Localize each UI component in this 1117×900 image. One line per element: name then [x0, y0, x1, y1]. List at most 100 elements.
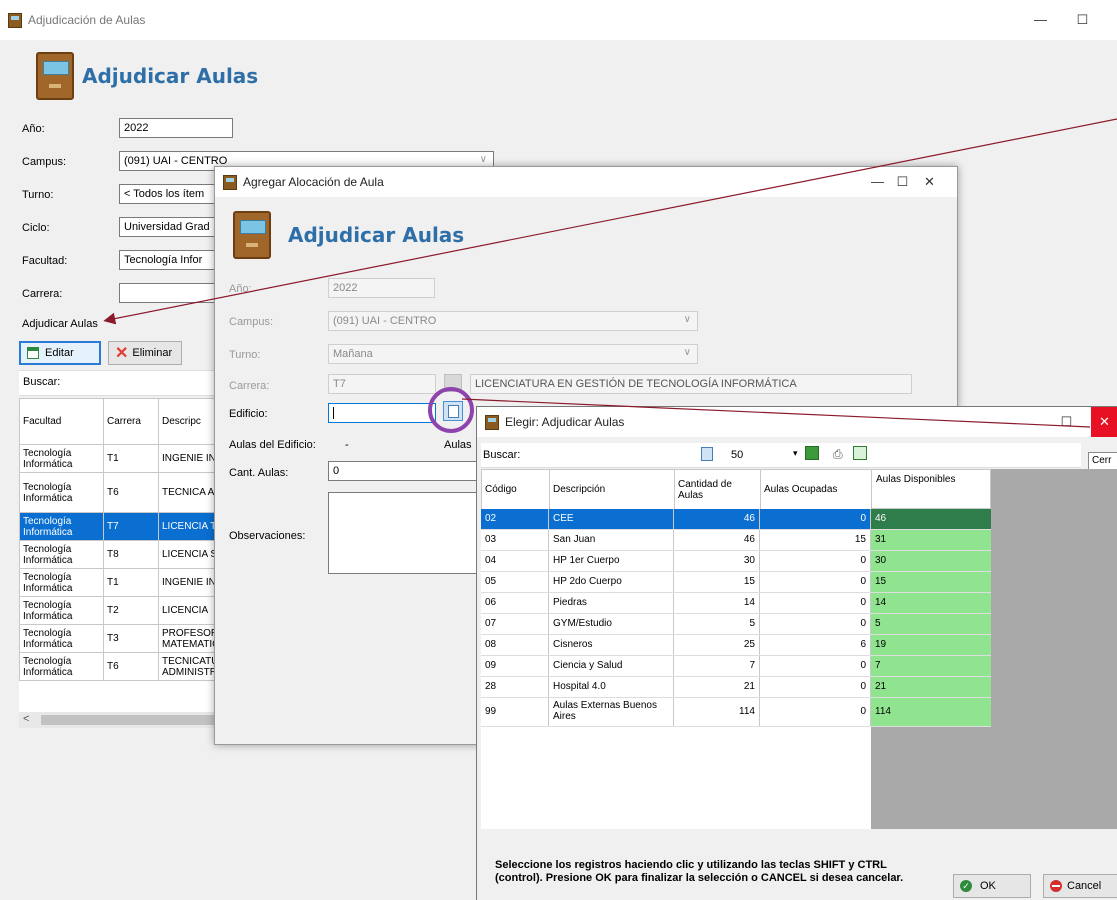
cell-disp: 46: [871, 509, 991, 529]
page-title: Adjudicar Aulas: [82, 64, 259, 88]
close-icon[interactable]: ✕: [907, 167, 952, 197]
editar-label: Editar: [45, 347, 74, 359]
picker-row[interactable]: 07 GYM/Estudio 5 0 5: [481, 613, 991, 634]
check-icon: ✓: [960, 880, 972, 892]
col-disponibles-header[interactable]: Aulas Disponibles: [871, 469, 991, 509]
cell-codigo: 03: [481, 530, 549, 550]
eliminar-button[interactable]: ✕ Eliminar: [108, 341, 182, 365]
picker-row[interactable]: 03 San Juan 46 15 31: [481, 529, 991, 550]
cell-cant: 15: [674, 572, 760, 592]
cell-disp: 19: [871, 635, 991, 655]
cancel-button[interactable]: Cancel: [1043, 874, 1117, 898]
dialog-turno-label: Turno:: [229, 349, 261, 361]
cell-codigo: 09: [481, 656, 549, 676]
cell-facultad: Tecnología Informática: [19, 652, 104, 681]
cell-codigo: 28: [481, 677, 549, 697]
cell-carrera: T1: [103, 568, 159, 597]
text-cursor: [333, 407, 334, 420]
aulas-partial-label: Aulas: [444, 439, 472, 451]
picker-row[interactable]: 05 HP 2do Cuerpo 15 0 15: [481, 571, 991, 592]
picker-row[interactable]: 04 HP 1er Cuerpo 30 0 30: [481, 550, 991, 571]
ciclo-label: Ciclo:: [22, 222, 50, 234]
picker-row[interactable]: 08 Cisneros 25 6 19: [481, 634, 991, 655]
picker-row[interactable]: 28 Hospital 4.0 21 0 21: [481, 676, 991, 697]
observaciones-textarea[interactable]: [328, 492, 478, 574]
picker-window: Elegir: Adjudicar Aulas ☐ ✕ Cerr Buscar:…: [476, 406, 1117, 900]
cell-cant: 30: [674, 551, 760, 571]
ok-button[interactable]: ✓ OK: [953, 874, 1031, 898]
maximize-icon[interactable]: ☐: [1044, 407, 1089, 437]
dialog-turno-value: Mañana: [333, 348, 373, 360]
page-size[interactable]: 50: [731, 449, 743, 461]
col-facultad[interactable]: Facultad: [19, 398, 104, 445]
cell-cant: 5: [674, 614, 760, 634]
dialog-carrera-label: Carrera:: [229, 380, 270, 392]
dialog-anio-field: 2022: [328, 278, 435, 298]
cell-desc: CEE: [549, 509, 674, 529]
picker-footer: Seleccione los registros haciendo clic y…: [477, 831, 1117, 900]
door-icon: [36, 52, 74, 100]
scroll-left-icon[interactable]: <: [23, 713, 29, 725]
carrera-field[interactable]: [119, 283, 215, 303]
cant-aulas-input[interactable]: 0: [328, 461, 478, 481]
picker-row[interactable]: 06 Piedras 14 0 14: [481, 592, 991, 613]
cell-cant: 46: [674, 509, 760, 529]
observaciones-label: Observaciones:: [229, 530, 306, 542]
cell-disp: 7: [871, 656, 991, 676]
ok-label: OK: [980, 880, 996, 892]
editar-button[interactable]: Editar: [19, 341, 101, 365]
main-titlebar: Adjudicación de Aulas — ☐: [0, 0, 1117, 40]
cell-ocup: 0: [760, 551, 871, 571]
picker-row[interactable]: 09 Ciencia y Salud 7 0 7: [481, 655, 991, 676]
cell-disp: 14: [871, 593, 991, 613]
ciclo-select[interactable]: Universidad Grad: [119, 217, 215, 237]
section-label: Adjudicar Aulas: [22, 318, 98, 330]
col-descripcion[interactable]: Descripción: [549, 469, 675, 510]
picker-titlebar: Elegir: Adjudicar Aulas ☐ ✕: [477, 407, 1117, 437]
cell-codigo: 07: [481, 614, 549, 634]
picker-row[interactable]: 99 Aulas Externas Buenos Aires 114 0 114: [481, 697, 991, 727]
cell-codigo: 04: [481, 551, 549, 571]
excel-icon[interactable]: [853, 446, 867, 460]
print-icon[interactable]: ⎙: [833, 447, 843, 462]
cell-desc: Cisneros: [549, 635, 674, 655]
dialog-titlebar: Agregar Alocación de Aula — ☐ ✕: [215, 167, 957, 197]
anio-field[interactable]: 2022: [119, 118, 233, 138]
maximize-icon[interactable]: ☐: [1060, 0, 1105, 40]
edificio-input[interactable]: [328, 403, 436, 423]
cell-codigo: 99: [481, 698, 549, 726]
col-codigo[interactable]: Código: [481, 469, 550, 510]
carrera-label: Carrera:: [22, 288, 63, 300]
cell-ocup: 0: [760, 698, 871, 726]
turno-select[interactable]: < Todos los ítem: [119, 184, 215, 204]
minimize-icon[interactable]: —: [1018, 0, 1063, 40]
col-carrera[interactable]: Carrera: [103, 398, 159, 445]
edificio-label: Edificio:: [229, 408, 268, 420]
anio-label: Año:: [22, 123, 45, 135]
turno-label: Turno:: [22, 189, 54, 201]
refresh-icon[interactable]: [805, 446, 819, 460]
cell-codigo: 02: [481, 509, 549, 529]
facultad-select[interactable]: Tecnología Infor: [119, 250, 215, 270]
cell-carrera: T8: [103, 540, 159, 569]
cell-carrera: T7: [103, 512, 159, 541]
instructions-text: Seleccione los registros haciendo clic y…: [495, 859, 904, 884]
cancel-icon: [1050, 880, 1062, 892]
cell-desc: San Juan: [549, 530, 674, 550]
app-icon: [223, 174, 237, 190]
cell-disp: 31: [871, 530, 991, 550]
col-cantidad[interactable]: Cantidad de Aulas: [674, 469, 761, 510]
dialog-campus-select: (091) UAI - CENTRO ∨: [328, 311, 698, 331]
cell-facultad: Tecnología Informática: [19, 624, 104, 653]
cell-cant: 25: [674, 635, 760, 655]
picker-row-selected[interactable]: 02 CEE 46 0 46: [481, 509, 991, 529]
col-ocupadas[interactable]: Aulas Ocupadas: [760, 469, 872, 510]
cell-codigo: 05: [481, 572, 549, 592]
cell-carrera: T6: [103, 472, 159, 513]
page-icon[interactable]: [701, 447, 713, 461]
cell-desc: Piedras: [549, 593, 674, 613]
dropdown-icon[interactable]: ▾: [793, 448, 798, 459]
cell-ocup: 0: [760, 677, 871, 697]
eliminar-label: Eliminar: [132, 347, 173, 359]
close-button[interactable]: ✕: [1091, 407, 1117, 437]
